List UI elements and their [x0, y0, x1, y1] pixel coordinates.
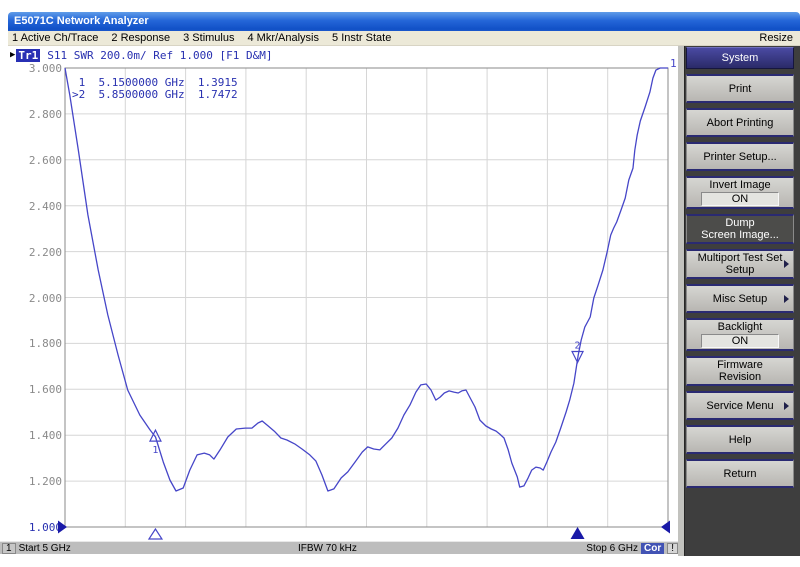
softkey-label: Misc Setup [713, 293, 767, 305]
warning-badge: ! [667, 543, 678, 554]
softkey-state-value: ON [701, 192, 779, 206]
y-axis-label: 1.400 [18, 429, 62, 442]
trace-id-badge[interactable]: Tr1 [16, 49, 40, 62]
y-axis-label: 2.400 [18, 200, 62, 213]
stop-frequency-label: Stop 6 GHz [586, 543, 638, 554]
y-axis-label: 1.200 [18, 475, 62, 488]
y-axis-label: 2.800 [18, 108, 62, 121]
status-bar: 1 Start 5 GHz IFBW 70 kHz Stop 6 GHz Cor… [0, 541, 680, 554]
softkey-label: Revision [719, 371, 761, 383]
y-axis-label: 1.600 [18, 383, 62, 396]
y-axis-label: 2.200 [18, 246, 62, 259]
trace-number-label: 1 [670, 57, 677, 70]
menu-item-instr-state[interactable]: 5 Instr State [332, 31, 391, 45]
marker-2-number: 2 [575, 341, 581, 352]
softkey-scroll-strip[interactable] [678, 46, 685, 556]
softkey-misc-setup[interactable]: Misc Setup [686, 284, 794, 313]
softkey-service-menu[interactable]: Service Menu [686, 391, 794, 420]
softkey-label: Return [723, 468, 756, 480]
softkey-label: Backlight [718, 321, 763, 333]
start-frequency-label: Start 5 GHz [19, 543, 71, 554]
menu-item-response[interactable]: 2 Response [111, 31, 170, 45]
softkey-state-value: ON [701, 334, 779, 348]
title-bar: E5071C Network Analyzer [8, 12, 800, 31]
softkey-dump-screen-image[interactable]: DumpScreen Image... [686, 214, 794, 244]
e5071c-screen: { "window": { "title": "E5071C Network A… [0, 0, 800, 567]
softkey-abort-printing[interactable]: Abort Printing [686, 108, 794, 137]
active-trace-arrow-icon: ▶ [10, 49, 15, 62]
resize-button[interactable]: Resize [759, 31, 800, 45]
menu-item-active-ch-trace[interactable]: 1 Active Ch/Trace [12, 31, 98, 45]
y-axis-label: 3.000 [18, 62, 62, 75]
softkey-multiport-test-set-setup[interactable]: Multiport Test SetSetup [686, 249, 794, 279]
correction-badge: Cor [641, 543, 664, 554]
menu-bar: 1 Active Ch/Trace 2 Response 3 Stimulus 4 M… [8, 31, 800, 46]
softkey-backlight[interactable]: BacklightON [686, 318, 794, 351]
menu-item-mkr-analysis[interactable]: 4 Mkr/Analysis [247, 31, 319, 45]
status-right-group: Stop 6 GHz Cor ! [586, 543, 680, 554]
softkey-column: System Print Abort Printing Printer Setup.… [686, 47, 794, 488]
marker-1-stimulus-indicator[interactable] [149, 529, 162, 539]
submenu-arrow-icon [784, 295, 789, 303]
submenu-arrow-icon [784, 260, 789, 268]
softkey-label: Service Menu [706, 400, 773, 412]
softkey-label: Dump [725, 217, 754, 229]
softkey-label: Help [729, 434, 752, 446]
softkey-label: Printer Setup... [703, 151, 776, 163]
softkey-return[interactable]: Return [686, 459, 794, 488]
softkey-sidebar: System Print Abort Printing Printer Setup.… [678, 46, 800, 556]
trace-tr1 [65, 68, 668, 491]
softkey-invert-image[interactable]: Invert ImageON [686, 176, 794, 209]
marker-1-glyph[interactable] [150, 430, 161, 441]
marker-readout: 1 5.1500000 GHz 1.3915>2 5.8500000 GHz 1… [72, 77, 238, 101]
softkey-print[interactable]: Print [686, 74, 794, 103]
softkey-label: Invert Image [709, 179, 770, 191]
softkey-label: Setup [726, 264, 755, 276]
marker-1-number: 1 [152, 445, 158, 456]
marker-2-stimulus-indicator[interactable] [571, 527, 585, 539]
y-axis-label: 2.600 [18, 154, 62, 167]
graticule-border [65, 68, 668, 527]
softkey-help[interactable]: Help [686, 425, 794, 454]
reference-level-triangle-right[interactable] [661, 521, 670, 534]
window-title: E5071C Network Analyzer [14, 15, 149, 27]
trace-annotation-bar: ▶ Tr1 S11 SWR 200.0m/ Ref 1.000 [F1 D&M] [10, 49, 272, 62]
marker-2-glyph[interactable] [572, 352, 583, 363]
softkey-label: Abort Printing [707, 117, 774, 129]
y-axis-label: 1.800 [18, 337, 62, 350]
softkey-label: Print [729, 83, 752, 95]
softkey-label: Firmware [717, 359, 763, 371]
y-axis-label: 2.000 [18, 292, 62, 305]
ifbw-label: IFBW 70 kHz [298, 543, 357, 554]
softkey-label: Screen Image... [701, 229, 779, 241]
channel-number-box: 1 [2, 543, 16, 554]
menu-item-stimulus[interactable]: 3 Stimulus [183, 31, 234, 45]
submenu-arrow-icon [784, 402, 789, 410]
softkey-menu-title: System [686, 47, 794, 69]
softkey-label: Multiport Test Set [698, 252, 783, 264]
softkey-firmware-revision[interactable]: FirmwareRevision [686, 356, 794, 386]
menu-items: 1 Active Ch/Trace 2 Response 3 Stimulus 4 M… [8, 31, 391, 45]
y-axis-reference-label: 1.000 [18, 521, 62, 534]
trace-format-text[interactable]: S11 SWR 200.0m/ Ref 1.000 [F1 D&M] [47, 49, 272, 62]
marker-readout-row: >2 5.8500000 GHz 1.7472 [72, 89, 238, 101]
softkey-printer-setup[interactable]: Printer Setup... [686, 142, 794, 171]
